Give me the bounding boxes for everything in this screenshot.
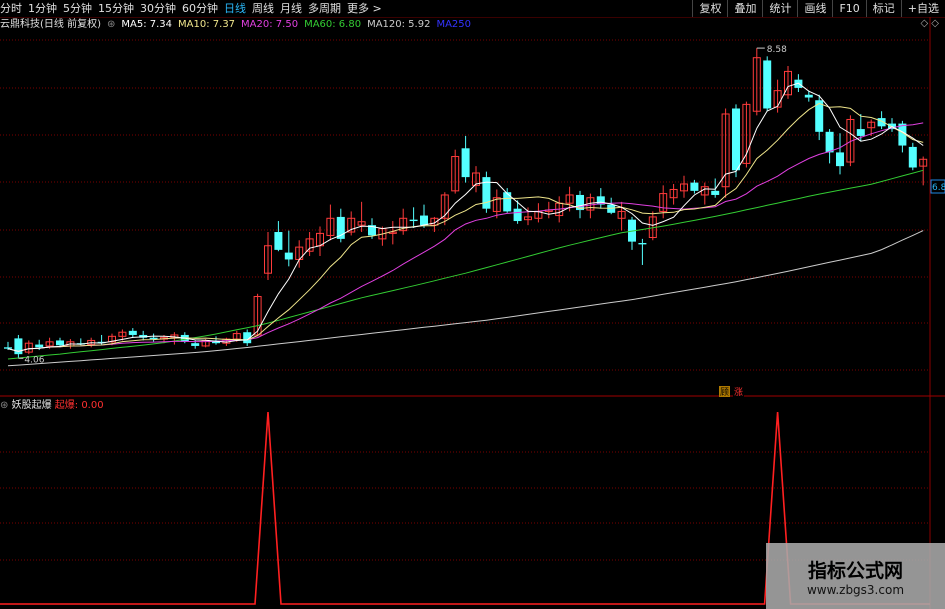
indicator-legend: ⊛ 妖股起爆 起爆: 0.00 xyxy=(0,399,104,412)
candle-body-down xyxy=(763,60,772,109)
chart-annotations: 8.58 4.06 6.8 顾涨 xyxy=(18,45,945,398)
settings-icon[interactable]: ⊛ xyxy=(107,19,115,30)
candle-body-down xyxy=(836,152,844,167)
candle-body-down xyxy=(804,94,813,98)
candle-body-down xyxy=(638,243,647,245)
kline-chart[interactable]: 8.58 4.06 6.8 顾涨 xyxy=(0,0,945,609)
candle-body-down xyxy=(191,343,200,346)
ma20-label: MA20: 7.50 xyxy=(241,19,299,30)
watermark: 指标公式网 www.zbgs3.com xyxy=(766,543,945,609)
watermark-url: www.zbgs3.com xyxy=(806,583,905,597)
candle-body-down xyxy=(461,148,470,178)
ma10-label: MA10: 7.37 xyxy=(178,19,236,30)
candle-body-down xyxy=(409,219,418,222)
candle-body-down xyxy=(908,146,917,168)
price-tag: 6.8 xyxy=(932,183,945,193)
ma120-line xyxy=(7,230,924,367)
candlesticks xyxy=(4,48,928,359)
candle-body-down xyxy=(35,344,44,348)
candle-body-down xyxy=(149,337,158,340)
ma5-label: MA5: 7.34 xyxy=(121,19,173,30)
ma60-label: MA60: 6.80 xyxy=(304,19,362,30)
candle-body-down xyxy=(711,190,720,195)
stock-title: 云鼎科技(日线 前复权) xyxy=(0,19,101,30)
signal-left: 顾 xyxy=(720,387,729,398)
candle-body-down xyxy=(4,347,12,349)
candle-body-down xyxy=(513,208,522,222)
ma120-label: MA120: 5.92 xyxy=(367,19,431,30)
ma-legend: 云鼎科技(日线 前复权) ⊛ MA5: 7.34 MA10: 7.37 MA20: 7.… xyxy=(0,18,477,32)
indicator-value: 起爆: 0.00 xyxy=(54,400,104,411)
indicator-name: 妖股起爆 xyxy=(11,400,52,411)
candle-body-down xyxy=(284,252,293,260)
candle-body-down xyxy=(503,192,512,212)
candle-body-down xyxy=(274,232,283,250)
low-price-label: 4.06 xyxy=(24,355,44,365)
candle-body-down xyxy=(856,129,865,136)
candle-body-down xyxy=(732,108,740,171)
indicator-settings-icon[interactable]: ⊛ xyxy=(0,400,8,411)
candle-body-down xyxy=(56,340,64,346)
high-price-label: 8.58 xyxy=(767,45,787,55)
watermark-title: 指标公式网 xyxy=(807,560,903,582)
ma5-line xyxy=(7,82,924,352)
diamond-icons[interactable]: ◇ ◇ xyxy=(920,18,939,29)
grid-lines xyxy=(0,17,945,609)
ma250-label: MA250 xyxy=(436,19,472,30)
signal-right: 涨 xyxy=(734,387,743,398)
candle-body-down xyxy=(128,330,137,335)
candle-body-down xyxy=(690,182,699,191)
ma60-line xyxy=(7,169,924,360)
candle-body-down xyxy=(825,131,834,153)
candle-body-down xyxy=(420,215,428,226)
